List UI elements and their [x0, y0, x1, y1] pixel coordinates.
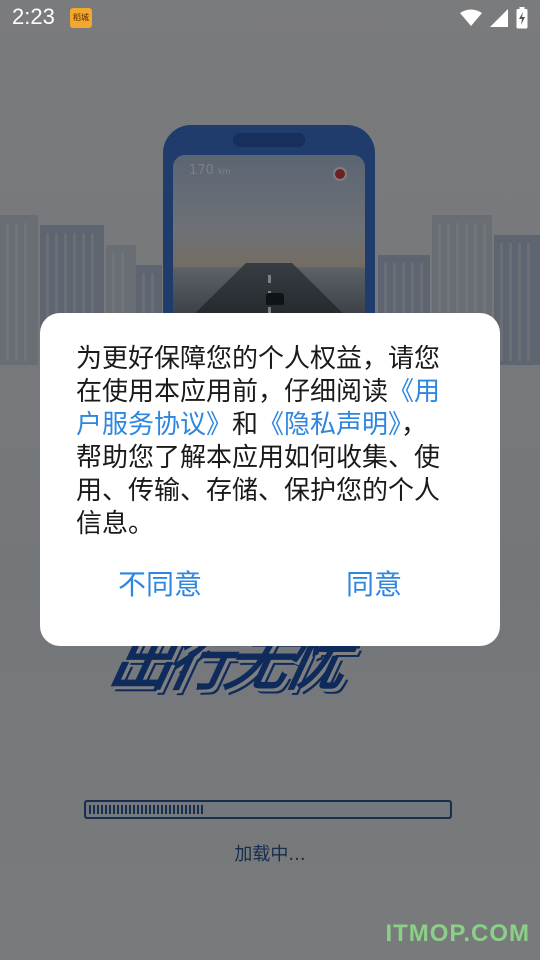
disagree-button[interactable]: 不同意 — [118, 563, 202, 603]
system-icons — [460, 6, 528, 30]
cell-signal-icon — [490, 9, 508, 27]
dialog-text-and: 和 — [232, 410, 259, 440]
agree-button[interactable]: 同意 — [346, 563, 402, 603]
dialog-text-intro: 为更好保障您的个人权益，请您在使用本应用前，仔细阅读 — [76, 344, 441, 407]
status-time: 2:23 — [12, 4, 55, 29]
dialog-message: 为更好保障您的个人权益，请您在使用本应用前，仔细阅读《用户服务协议》和《隐私声明… — [76, 343, 448, 541]
privacy-statement-link[interactable]: 《隐私声明》 — [258, 410, 401, 440]
privacy-consent-dialog: 为更好保障您的个人权益，请您在使用本应用前，仔细阅读《用户服务协议》和《隐私声明… — [40, 313, 500, 646]
status-bar: 2:23 稻城 — [0, 0, 540, 36]
watermark: ITMOP.COM — [385, 920, 530, 947]
wifi-icon — [460, 9, 482, 27]
app-notification-icon: 稻城 — [70, 8, 92, 28]
battery-charging-icon — [516, 7, 528, 29]
